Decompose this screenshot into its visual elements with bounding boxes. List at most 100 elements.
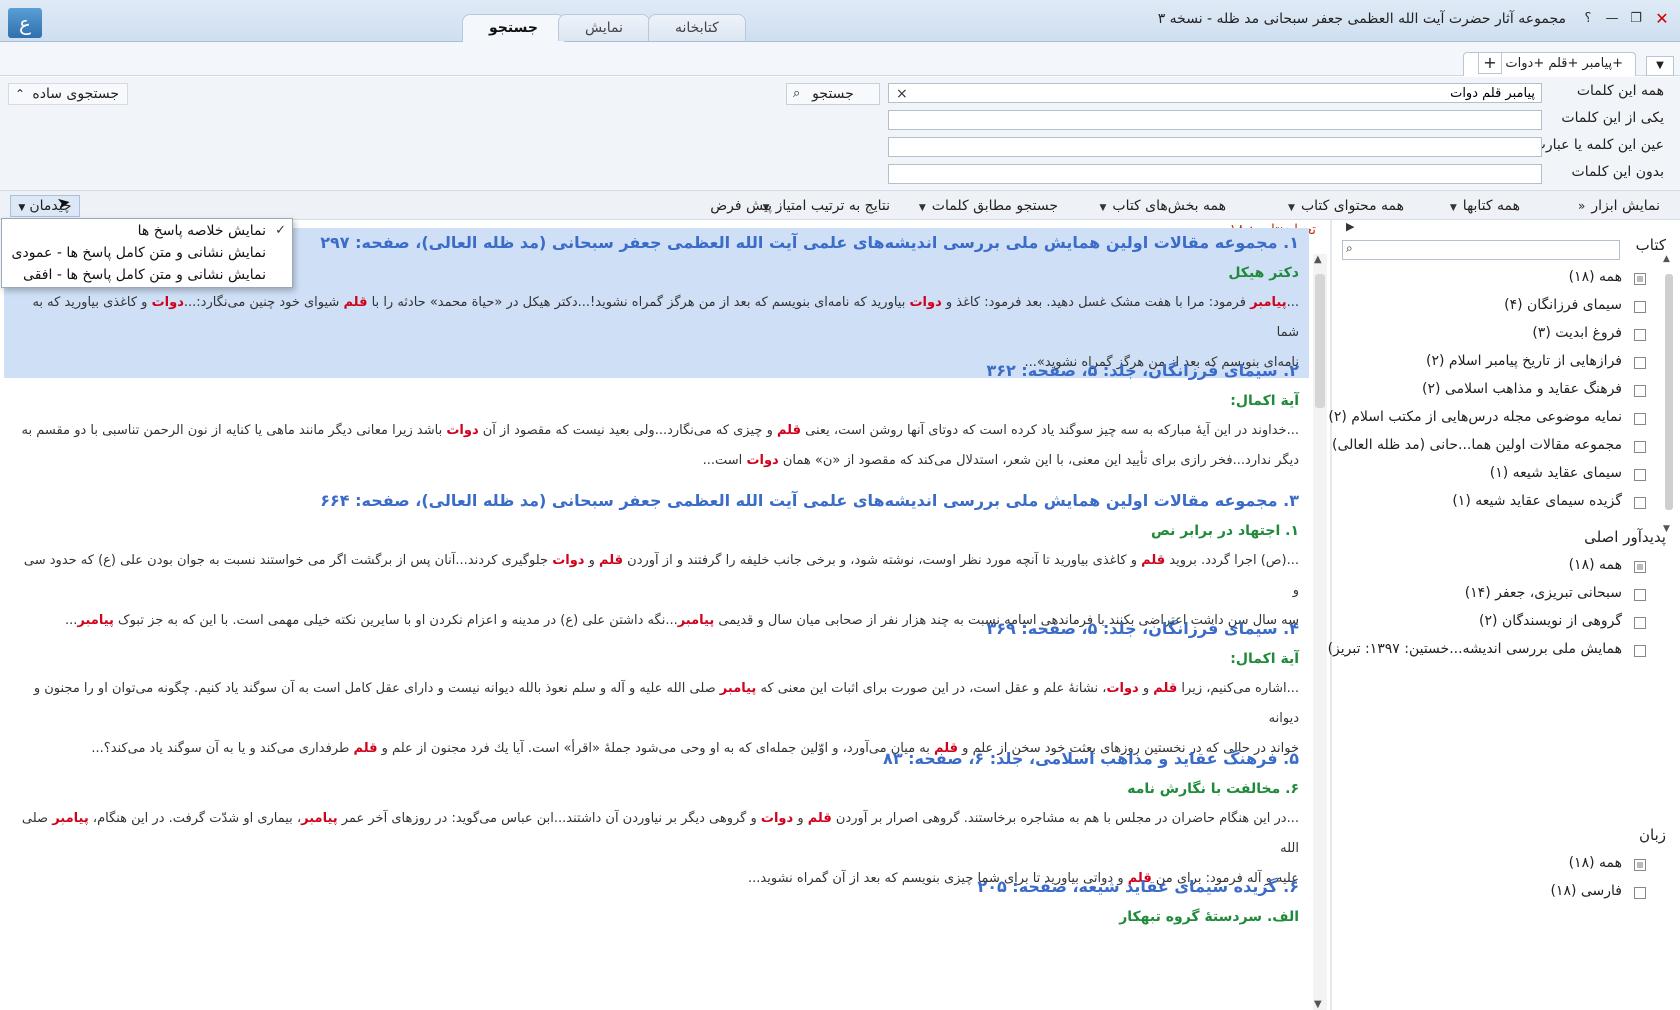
add-tab-button[interactable]: + — [1478, 52, 1502, 74]
books-facet-item[interactable]: نمایه موضوعی مجله درس‌هایی از مکتب اسلام… — [1328, 408, 1660, 430]
simple-search-button[interactable]: جستجوی ساده ⌃ — [8, 83, 128, 105]
highlighted-term: قلم — [599, 553, 624, 568]
help-button[interactable]: ؟ — [1578, 9, 1598, 29]
play-icon[interactable]: ▶ — [1346, 220, 1354, 233]
books-facet-item[interactable]: فرازهایی از تاریخ پیامبر اسلام (۲) — [1330, 352, 1660, 374]
facet-checkbox[interactable] — [1634, 887, 1646, 899]
all-sections-dropdown[interactable]: همه بخش‌های کتاب ▼ — [1099, 195, 1226, 217]
languages-facet-item[interactable]: فارسی (۱۸) — [1330, 882, 1660, 904]
scroll-down-icon[interactable]: ▼ — [1314, 999, 1322, 1010]
minimize-button[interactable]: — — [1602, 9, 1622, 29]
authors-facet-item[interactable]: سبحانی تبریزی، جعفر (۱۴) — [1330, 584, 1660, 606]
chevron-down-icon: ▼ — [1099, 203, 1107, 213]
facet-label: نمایه موضوعی مجله درس‌هایی از مکتب اسلام… — [1328, 409, 1622, 425]
snippet-text: ...اشاره می‌کنیم، زیرا — [1177, 681, 1299, 696]
scroll-up-icon[interactable]: ▲ — [1663, 254, 1670, 264]
facet-checkbox[interactable] — [1634, 385, 1646, 397]
exact-phrase-input[interactable] — [888, 137, 1542, 157]
result-section[interactable]: ۱. اجتهاد در برابر نص — [4, 516, 1309, 546]
books-facet-item[interactable]: گزیده سیمای عقاید شیعه (۱) — [1330, 492, 1660, 514]
highlighted-term: دوات — [1106, 681, 1139, 696]
languages-facet-item[interactable]: همه (۱۸) — [1330, 854, 1660, 876]
snippet-text: و — [1138, 681, 1154, 696]
tab-search[interactable]: جستجو — [462, 14, 565, 42]
facet-checkbox[interactable] — [1634, 301, 1646, 313]
result-section[interactable]: آیة اکمال: — [4, 386, 1309, 416]
facet-checkbox[interactable] — [1634, 497, 1646, 509]
books-facet-item[interactable]: همه (۱۸) — [1330, 268, 1660, 290]
book-filter-input[interactable] — [1342, 240, 1620, 260]
facet-label: مجموعه مقالات اولین هما...حانی (مد ظله ا… — [1332, 437, 1622, 453]
snippet-text: ...در این هنگام حاضران در مجلس با هم به … — [831, 811, 1299, 826]
result-title[interactable]: ۳. مجموعه مقالات اولین همایش ملی بررسی ا… — [4, 486, 1309, 516]
result-section[interactable]: الف. سردستهٔ گروه تبهکار — [4, 902, 1309, 932]
result-title[interactable]: ۲. سیمای فرزانگان، جلد: ۵، صفحه: ۳۶۲ — [4, 356, 1309, 386]
result-title[interactable]: ۶. گزیده سیمای عقاید شیعه، صفحه: ۲۰۵ — [4, 872, 1309, 902]
all-books-dropdown[interactable]: همه کتابها ▼ — [1450, 195, 1520, 217]
books-facet-item[interactable]: سیمای فرزانگان (۴) — [1330, 296, 1660, 318]
result-section[interactable]: ۶. مخالفت با نگارش نامه — [4, 774, 1309, 804]
matching-dropdown[interactable]: جستجو مطابق کلمات ▼ — [919, 195, 1058, 217]
books-facet-item[interactable]: فروغ ابدیت (۳) — [1330, 324, 1660, 346]
facet-checkbox[interactable] — [1634, 357, 1646, 369]
scroll-thumb[interactable] — [1315, 274, 1325, 408]
any-words-input[interactable] — [888, 110, 1542, 130]
tab-library[interactable]: کتابخانه — [648, 14, 746, 41]
result-item[interactable]: ۲. سیمای فرزانگان، جلد: ۵، صفحه: ۳۶۲ آیة … — [4, 356, 1309, 476]
facet-checkbox[interactable] — [1634, 617, 1646, 629]
facet-checkbox[interactable] — [1634, 859, 1646, 871]
all-words-input[interactable] — [888, 83, 1542, 103]
results-scrollbar[interactable]: ▲ ▼ — [1313, 254, 1327, 1010]
search-button[interactable]: جستجو ⌕ — [786, 83, 880, 105]
result-item[interactable]: ۴. سیمای فرزانگان، جلد: ۵، صفحه: ۳۶۹ آیة … — [4, 614, 1309, 764]
menu-item-horizontal[interactable]: نمایش نشانی و متن کامل پاسخ ها - افقی — [2, 265, 292, 287]
authors-facet-item[interactable]: همه (۱۸) — [1330, 556, 1660, 578]
show-toolbox-label: نمایش ابزار — [1591, 198, 1660, 214]
books-facet-item[interactable]: فرهنگ عقاید و مذاهب اسلامی (۲) — [1330, 380, 1660, 402]
exclude-words-label: بدون این کلمات — [1571, 164, 1664, 180]
books-scrollbar[interactable]: ▲ ▼ — [1663, 254, 1675, 534]
clear-icon[interactable]: × — [896, 86, 908, 102]
authors-facet-item[interactable]: گروهی از نویسندگان (۲) — [1330, 612, 1660, 634]
result-title[interactable]: ۴. سیمای فرزانگان، جلد: ۵، صفحه: ۳۶۹ — [4, 614, 1309, 644]
result-title[interactable]: ۵. فرهنگ عقاید و مذاهب اسلامی، جلد: ۶، ص… — [4, 744, 1309, 774]
show-toolbox-button[interactable]: نمایش ابزار « — [1578, 195, 1660, 217]
close-button[interactable]: ✕ — [1652, 9, 1672, 29]
facet-checkbox[interactable] — [1634, 469, 1646, 481]
scroll-thumb[interactable] — [1665, 274, 1673, 510]
facet-label: سیمای عقاید شیعه (۱) — [1489, 465, 1622, 481]
menu-item-summary[interactable]: ✓ نمایش خلاصه پاسخ ها — [2, 221, 292, 243]
menu-item-label: نمایش خلاصه پاسخ ها — [137, 223, 266, 239]
facet-checkbox[interactable] — [1634, 413, 1646, 425]
exclude-words-input[interactable] — [888, 164, 1542, 184]
facet-checkbox[interactable] — [1634, 561, 1646, 573]
highlighted-term: قلم — [1141, 553, 1166, 568]
snippet-text: باشد زیرا معانی دیگر مانند ماهی یا کنایه… — [21, 423, 447, 438]
scroll-up-icon[interactable]: ▲ — [1314, 254, 1322, 265]
facet-checkbox[interactable] — [1634, 329, 1646, 341]
default-button[interactable]: پیش فرض — [710, 195, 772, 217]
all-content-dropdown[interactable]: همه محتوای کتاب ▼ — [1288, 195, 1404, 217]
sort-dropdown[interactable]: نتایج به ترتیب امتیاز▼ — [763, 195, 890, 217]
tab-display[interactable]: نمایش — [558, 14, 651, 41]
books-facet-item[interactable]: سیمای عقاید شیعه (۱) — [1330, 464, 1660, 486]
facet-checkbox[interactable] — [1634, 645, 1646, 657]
menu-item-vertical[interactable]: نمایش نشانی و متن کامل پاسخ ها - عمودی — [2, 243, 292, 265]
highlighted-term: قلم — [776, 423, 801, 438]
search-icon: ⌕ — [1346, 241, 1353, 255]
result-section[interactable]: آیة اکمال: — [4, 644, 1309, 674]
result-item[interactable]: ۶. گزیده سیمای عقاید شیعه، صفحه: ۲۰۵ الف.… — [4, 872, 1309, 932]
snippet-text: ...خداوند در این آیهٔ مبارکه به سه چیز س… — [801, 423, 1299, 438]
facet-checkbox[interactable] — [1634, 273, 1646, 285]
authors-facet-item[interactable]: همایش ملی بررسی اندیشه...خستین: ۱۳۹۷: تب… — [1327, 640, 1660, 662]
highlighted-term: دوات — [446, 423, 479, 438]
document-tab-row: +پیامبر +قلم +دوات × + ▼ — [0, 42, 1680, 76]
restore-button[interactable]: ❐ — [1626, 9, 1646, 29]
facet-label: همایش ملی بررسی اندیشه...خستین: ۱۳۹۷: تب… — [1327, 641, 1622, 657]
facet-label: سبحانی تبریزی، جعفر (۱۴) — [1464, 585, 1622, 601]
books-facet-item[interactable]: مجموعه مقالات اولین هما...حانی (مد ظله ا… — [1330, 436, 1660, 458]
results-pane: تعداد نتایج : ۱۸ ۱. مجموعه مقالات اولین … — [0, 220, 1330, 1010]
tab-list-dropdown-icon[interactable]: ▼ — [1646, 56, 1674, 76]
facet-checkbox[interactable] — [1634, 441, 1646, 453]
facet-checkbox[interactable] — [1634, 589, 1646, 601]
